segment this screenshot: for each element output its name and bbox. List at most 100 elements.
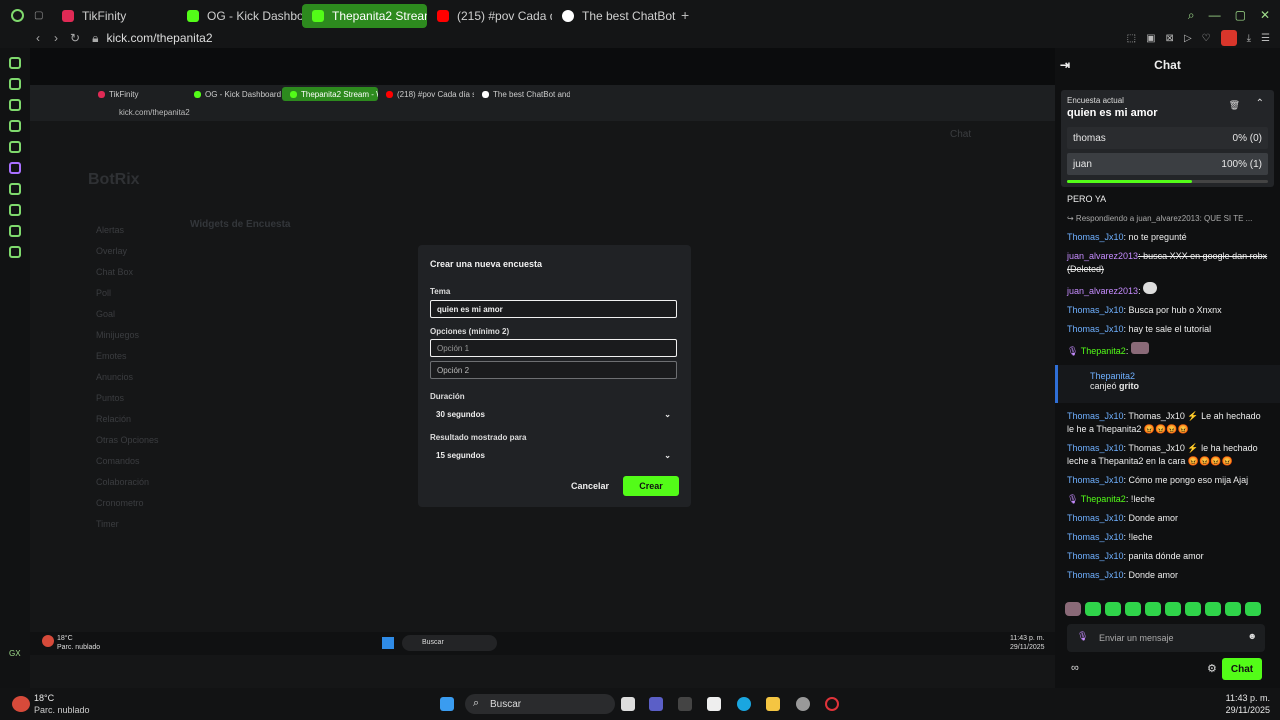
gx-corner-icon[interactable] bbox=[9, 78, 21, 90]
gear-icon[interactable]: ⚙ bbox=[1207, 662, 1217, 675]
tikfinity-icon bbox=[98, 90, 105, 98]
youtube-icon bbox=[386, 90, 393, 98]
obs-icon[interactable] bbox=[796, 697, 810, 711]
bg-nav-item: Chat Box bbox=[96, 267, 134, 277]
tab-stream[interactable]: Thepanita2 Stream - Wat bbox=[302, 4, 427, 28]
kick-sidebar-icon[interactable] bbox=[9, 141, 21, 153]
twitch-sidebar-icon[interactable] bbox=[9, 162, 21, 174]
tab-grid-icon[interactable]: ▢ bbox=[34, 10, 52, 21]
emote-icon[interactable] bbox=[1105, 602, 1121, 616]
weather-icon[interactable] bbox=[12, 696, 30, 712]
chat-message: PERO YA bbox=[1067, 194, 1107, 204]
heart-icon[interactable]: ♡ bbox=[1202, 33, 1211, 44]
edge-icon[interactable] bbox=[737, 697, 751, 711]
bg-nav-item: Alertas bbox=[96, 225, 125, 235]
clock-date: 29/11/2025 bbox=[1225, 705, 1270, 715]
extensions-sidebar-icon[interactable] bbox=[9, 225, 21, 237]
bg-nav: Alertas Overlay Chat Box Poll Goal Minij… bbox=[96, 225, 159, 540]
history-icon[interactable] bbox=[9, 204, 21, 216]
emote-icon[interactable] bbox=[1085, 602, 1101, 616]
search-icon[interactable]: ⌕ bbox=[1188, 8, 1195, 23]
emote-icon[interactable] bbox=[1225, 602, 1241, 616]
settings-icon[interactable] bbox=[9, 246, 21, 258]
create-poll-modal: Crear una nueva encuesta Tema quien es m… bbox=[418, 245, 691, 507]
option1-input[interactable]: Opción 1 bbox=[430, 339, 677, 357]
emote-icon[interactable] bbox=[1185, 602, 1201, 616]
chat-message: Thomas_Jx10: Busca por hub o Xnxnx bbox=[1067, 305, 1222, 315]
chat-input[interactable]: 🎙︎ Enviar un mensaje ☻ bbox=[1067, 624, 1265, 652]
topic-input[interactable]: quien es mi amor bbox=[430, 300, 677, 318]
chevron-up-icon[interactable]: ⌃ bbox=[1256, 98, 1264, 109]
folder-icon[interactable] bbox=[766, 697, 780, 711]
minimize-icon[interactable]: — bbox=[1209, 8, 1221, 23]
tab-kick-dashboard[interactable]: OG - Kick Dashboard bbox=[177, 4, 302, 28]
url-field[interactable]: kick.com/thepanita2 bbox=[106, 31, 212, 45]
reply-context: ↪ Respondiendo a juan_alvarez2013: QUE S… bbox=[1067, 214, 1253, 223]
opera-gx-icon[interactable] bbox=[0, 8, 34, 22]
bg-heading: Widgets de Encuesta bbox=[190, 219, 291, 230]
maximize-icon[interactable]: ▢ bbox=[1235, 8, 1246, 23]
close-icon[interactable]: ✕ bbox=[1260, 8, 1270, 23]
topic-value: quien es mi amor bbox=[437, 304, 503, 314]
chevron-down-icon: ⌄ bbox=[664, 450, 671, 460]
messenger-icon[interactable] bbox=[9, 120, 21, 132]
emoji-icon[interactable]: ☻ bbox=[1248, 631, 1257, 641]
kick-icon bbox=[187, 10, 199, 22]
teams-icon[interactable] bbox=[649, 697, 663, 711]
download-icon[interactable]: ⤓ bbox=[1247, 33, 1251, 44]
result-select[interactable]: 15 segundos ⌄ bbox=[430, 447, 677, 463]
menu-icon[interactable]: ☰ bbox=[1261, 33, 1270, 44]
emote-icon bbox=[1143, 282, 1158, 294]
inner-weather: 18°C bbox=[57, 635, 73, 642]
bg-nav-item: Otras Opciones bbox=[96, 435, 159, 445]
taskbar-search[interactable]: ⌕ Buscar bbox=[465, 694, 615, 714]
chat-panel: ⇥ Chat Encuesta actual quien es mi amor … bbox=[1055, 48, 1280, 688]
emote-icon[interactable] bbox=[1205, 602, 1221, 616]
tab-youtube[interactable]: (215) #pov Cada día se bbox=[427, 4, 552, 28]
emote-icon[interactable] bbox=[1145, 602, 1161, 616]
emote-bar bbox=[1065, 602, 1261, 616]
tab-chatbot[interactable]: The best ChatBot and Wi bbox=[552, 4, 677, 28]
option2-input[interactable]: Opción 2 bbox=[430, 361, 677, 379]
trash-icon[interactable]: 🗑︎ bbox=[1229, 100, 1240, 111]
back-icon[interactable]: ‹ bbox=[36, 31, 40, 45]
emote-icon[interactable] bbox=[1125, 602, 1141, 616]
option2-placeholder: Opción 2 bbox=[437, 365, 470, 375]
cancel-button[interactable]: Cancelar bbox=[571, 481, 609, 491]
tab-tikfinity[interactable]: TikFinity bbox=[52, 4, 177, 28]
emote-icon[interactable] bbox=[1065, 602, 1081, 616]
botrix-logo: BotRix bbox=[88, 171, 140, 188]
windows-start-icon[interactable] bbox=[440, 697, 454, 711]
infinity-icon[interactable]: ∞ bbox=[1071, 662, 1079, 674]
collapse-chat-icon[interactable]: ⇥ bbox=[1060, 58, 1070, 72]
store-icon[interactable] bbox=[707, 697, 721, 711]
emote-icon[interactable] bbox=[1245, 602, 1261, 616]
modal-title: Crear una nueva encuesta bbox=[430, 259, 543, 269]
notion-icon[interactable] bbox=[678, 697, 692, 711]
task-view-icon[interactable] bbox=[621, 697, 635, 711]
bg-nav-item: Comandos bbox=[96, 456, 140, 466]
new-tab-button[interactable]: + bbox=[681, 7, 689, 23]
poll-option: thomas 0% (0) bbox=[1067, 127, 1268, 149]
create-button[interactable]: Crear bbox=[623, 476, 679, 496]
bookmark-icon[interactable]: ⬚ bbox=[1127, 33, 1136, 44]
player-icon[interactable] bbox=[9, 183, 21, 195]
chat-send-button[interactable]: Chat bbox=[1222, 658, 1262, 680]
chat-messages: PERO YA ↪ Respondiendo a juan_alvarez201… bbox=[1055, 190, 1280, 585]
bg-chat-label: Chat bbox=[950, 129, 972, 140]
extensions-icon[interactable]: ⊠ bbox=[1166, 33, 1174, 44]
play-icon[interactable]: ▷ bbox=[1184, 33, 1192, 44]
profile-avatar[interactable] bbox=[1220, 30, 1237, 46]
result-value: 15 segundos bbox=[436, 450, 485, 460]
reload-icon[interactable]: ↻ bbox=[70, 31, 80, 45]
emote-icon[interactable] bbox=[1165, 602, 1181, 616]
snapshot-icon[interactable]: ▣ bbox=[1146, 33, 1155, 44]
gx-control-icon[interactable] bbox=[9, 57, 21, 69]
bg-nav-item: Goal bbox=[96, 309, 116, 319]
duration-value: 30 segundos bbox=[436, 409, 485, 419]
chevron-down-icon: ⌄ bbox=[664, 409, 671, 419]
opera-gx-taskbar-icon[interactable] bbox=[825, 697, 839, 711]
forward-icon[interactable]: › bbox=[54, 31, 58, 45]
duration-select[interactable]: 30 segundos ⌄ bbox=[430, 406, 677, 422]
twitch-icon[interactable] bbox=[9, 99, 21, 111]
